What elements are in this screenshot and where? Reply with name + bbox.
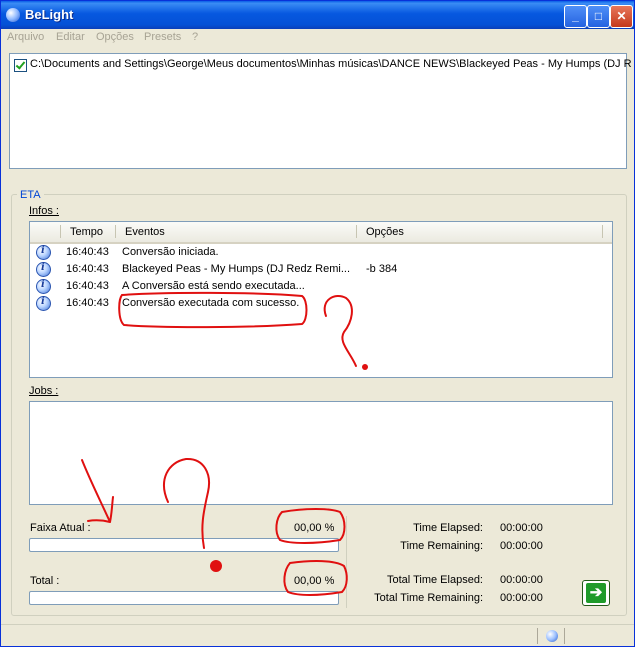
event-time: 16:40:43 bbox=[66, 297, 109, 309]
window-title: BeLight bbox=[25, 7, 74, 22]
info-icon: i bbox=[36, 245, 51, 260]
event-text: Conversão executada com sucesso. bbox=[122, 297, 300, 309]
menu-bar: Arquivo Editar Opções Presets ? bbox=[1, 29, 634, 47]
maximize-button[interactable]: □ bbox=[587, 5, 610, 28]
menu-arquivo[interactable]: Arquivo bbox=[7, 31, 44, 43]
menu-opcoes[interactable]: Opções bbox=[96, 31, 134, 43]
total-time-elapsed-label: Total Time Elapsed: bbox=[387, 574, 483, 586]
title-bar[interactable]: BeLight _ □ ✕ bbox=[1, 1, 634, 29]
divider bbox=[346, 516, 347, 608]
start-conversion-button[interactable]: ➔ bbox=[582, 580, 610, 606]
time-remaining-value: 00:00:00 bbox=[500, 540, 543, 552]
time-remaining-label: Time Remaining: bbox=[400, 540, 483, 552]
file-list[interactable]: C:\Documents and Settings\George\Meus do… bbox=[9, 53, 632, 169]
time-elapsed-label: Time Elapsed: bbox=[413, 522, 483, 534]
arrow-right-icon: ➔ bbox=[586, 583, 606, 603]
event-row[interactable]: i 16:40:43 A Conversão está sendo execut… bbox=[30, 278, 610, 295]
status-bar bbox=[1, 624, 634, 646]
event-row[interactable]: i 16:40:43 Conversão executada com suces… bbox=[30, 295, 610, 312]
current-track-progress-bar bbox=[29, 538, 339, 552]
total-progress-bar bbox=[29, 591, 339, 605]
close-button[interactable]: ✕ bbox=[610, 5, 633, 28]
total-time-remaining-label: Total Time Remaining: bbox=[374, 592, 483, 604]
file-path: C:\Documents and Settings\George\Meus do… bbox=[30, 58, 632, 70]
total-time-elapsed-value: 00:00:00 bbox=[500, 574, 543, 586]
file-checkbox[interactable] bbox=[14, 59, 27, 72]
total-percent: 00,00 % bbox=[294, 575, 335, 587]
event-row[interactable]: i 16:40:43 Conversão iniciada. bbox=[30, 244, 610, 261]
column-eventos[interactable]: Eventos bbox=[125, 226, 165, 238]
current-track-label: Faixa Atual : bbox=[30, 522, 91, 534]
event-time: 16:40:43 bbox=[66, 280, 109, 292]
jobs-list[interactable] bbox=[29, 401, 613, 505]
events-list[interactable]: Tempo Eventos Opções i 16:40:43 Conversã… bbox=[29, 221, 613, 378]
info-icon: i bbox=[36, 296, 51, 311]
column-opcoes[interactable]: Opções bbox=[366, 226, 404, 238]
menu-presets[interactable]: Presets bbox=[144, 31, 181, 43]
menu-editar[interactable]: Editar bbox=[56, 31, 85, 43]
event-options: -b 384 bbox=[366, 263, 398, 275]
event-row[interactable]: i 16:40:43 Blackeyed Peas - My Humps (DJ… bbox=[30, 261, 610, 278]
minimize-button[interactable]: _ bbox=[564, 5, 587, 28]
info-icon: i bbox=[36, 279, 51, 294]
column-tempo[interactable]: Tempo bbox=[70, 226, 103, 238]
time-elapsed-value: 00:00:00 bbox=[500, 522, 543, 534]
eta-group-label: ETA bbox=[17, 189, 44, 201]
event-time: 16:40:43 bbox=[66, 263, 109, 275]
total-time-remaining-value: 00:00:00 bbox=[500, 592, 543, 604]
current-track-percent: 00,00 % bbox=[294, 522, 335, 534]
globe-status-icon bbox=[546, 630, 558, 642]
event-text: Conversão iniciada. bbox=[122, 246, 219, 258]
event-text: A Conversão está sendo executada... bbox=[122, 280, 305, 292]
total-label: Total : bbox=[30, 575, 60, 587]
infos-label: Infos : bbox=[29, 205, 59, 217]
info-icon: i bbox=[36, 262, 51, 277]
events-list-header: Tempo Eventos Opções bbox=[30, 222, 612, 244]
app-globe-icon bbox=[6, 8, 20, 22]
event-time: 16:40:43 bbox=[66, 246, 109, 258]
menu-help[interactable]: ? bbox=[192, 31, 198, 43]
event-text: Blackeyed Peas - My Humps (DJ Redz Remi.… bbox=[122, 263, 351, 275]
app-window: BeLight _ □ ✕ Arquivo Editar Opções Pres… bbox=[0, 0, 635, 647]
jobs-label: Jobs : bbox=[29, 385, 59, 397]
